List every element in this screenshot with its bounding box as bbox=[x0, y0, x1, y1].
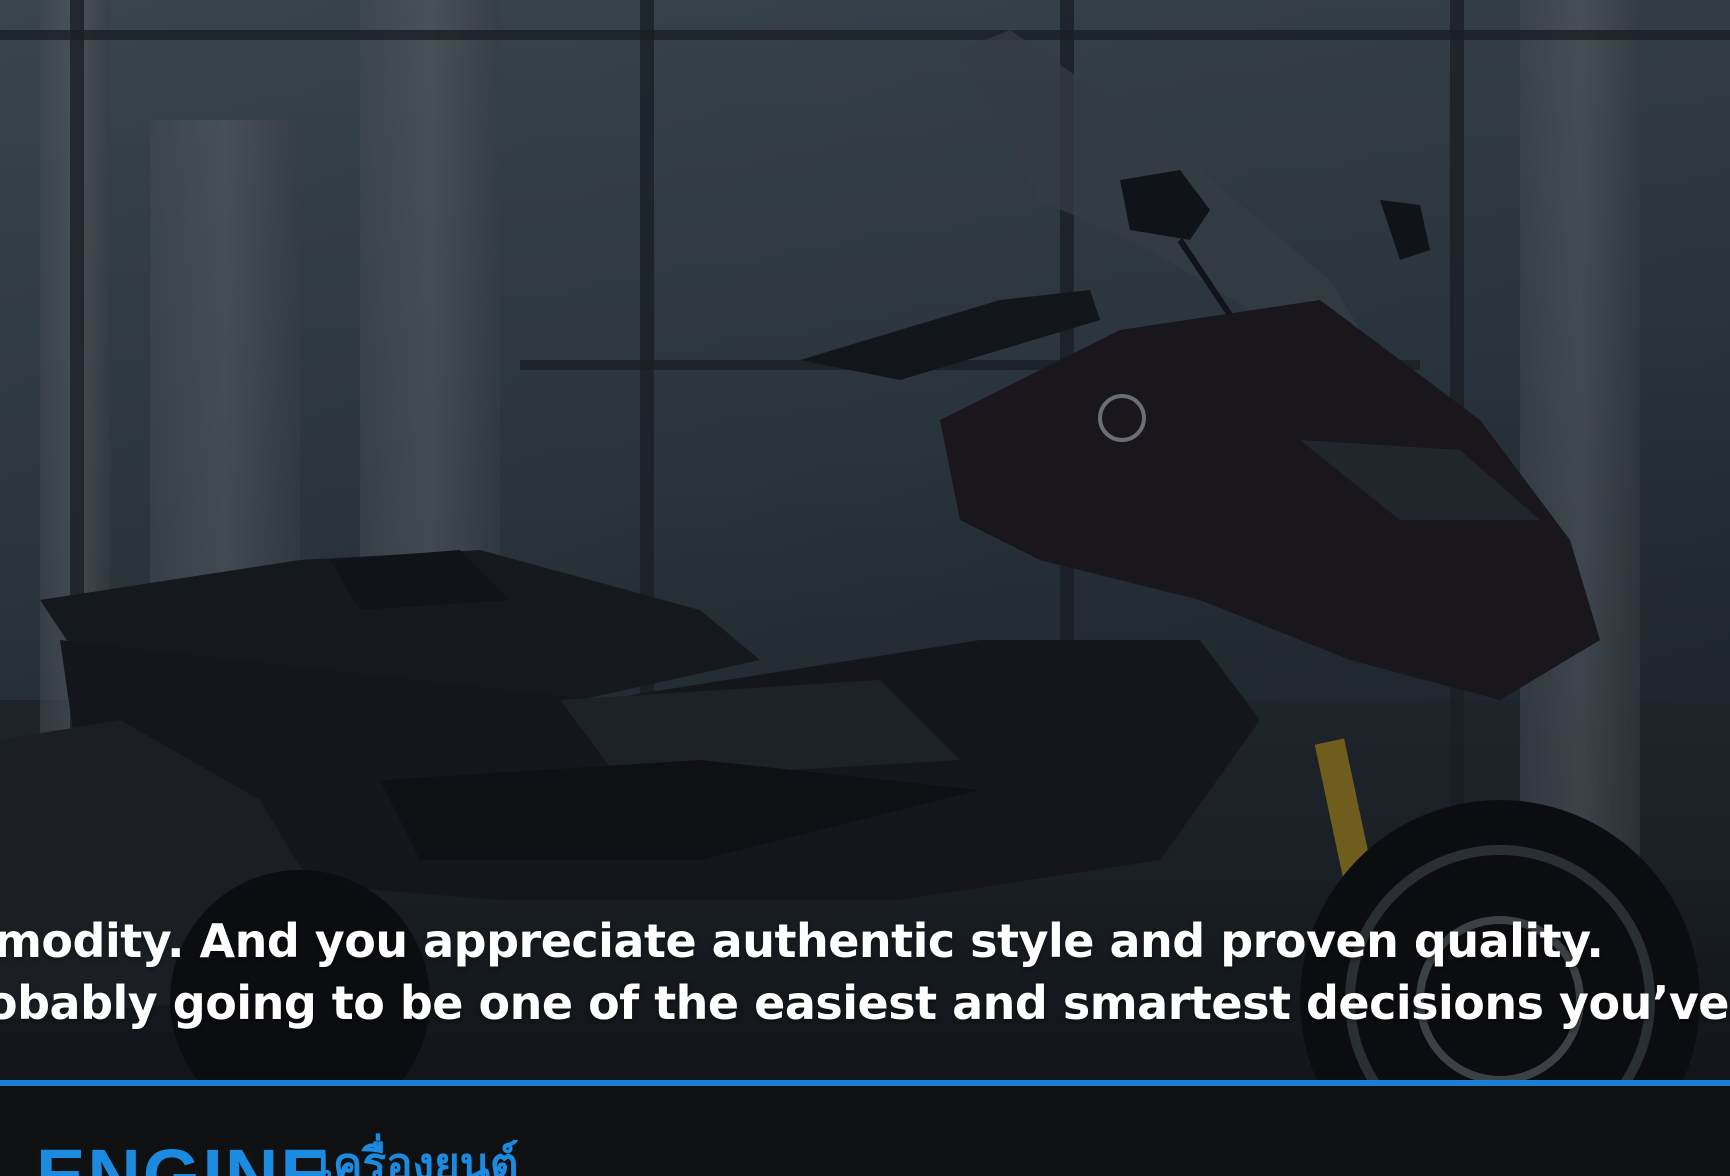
section-subtitle: เครื่องยนต์ bbox=[318, 1139, 519, 1176]
hero-copy-line-1: modity. And you appreciate authentic sty… bbox=[0, 914, 1604, 968]
hero-copy: modity. And you appreciate authentic sty… bbox=[0, 910, 1730, 1034]
hero-copy-line-2: obably going to be one of the easiest an… bbox=[0, 976, 1730, 1030]
section-title: ENGINE bbox=[36, 1134, 332, 1176]
engine-section-header: ENGINE เครื่องยนต์ bbox=[0, 1086, 1730, 1176]
page: modity. And you appreciate authentic sty… bbox=[0, 0, 1730, 1176]
